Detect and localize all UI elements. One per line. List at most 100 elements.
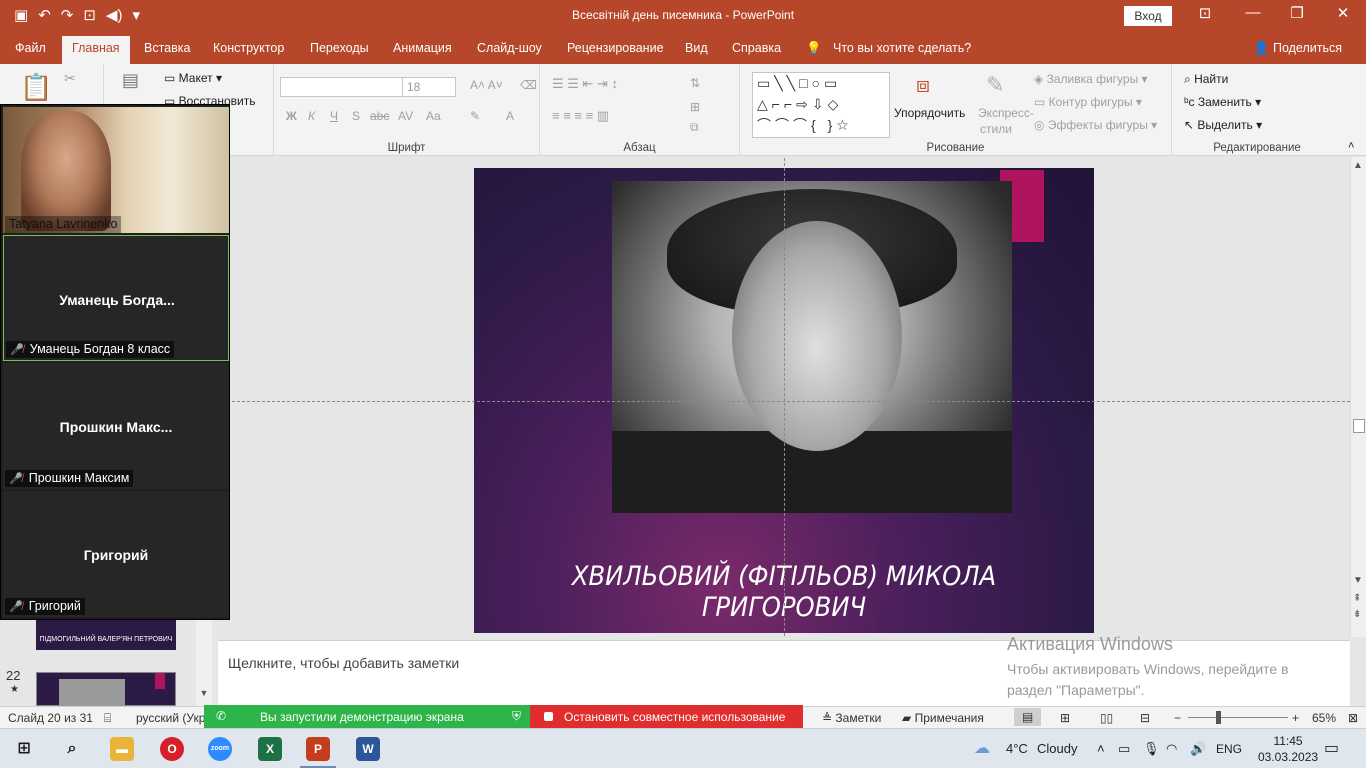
font-size-combo[interactable]: 18 xyxy=(402,77,456,97)
quick-styles-label-2[interactable]: стили xyxy=(980,122,1012,136)
replace-button[interactable]: ᵇc Заменить ▾ xyxy=(1184,95,1261,109)
quick-styles-label-1[interactable]: Экспресс- xyxy=(978,106,1034,120)
vertical-scrollbar[interactable]: ▲ ▼ ⇞ ⇟ xyxy=(1350,157,1366,637)
zoom-in-icon[interactable]: + xyxy=(1292,711,1299,725)
arrange-button[interactable]: Упорядочить xyxy=(894,106,965,120)
italic-button[interactable]: К xyxy=(308,109,315,123)
word-icon[interactable]: W xyxy=(356,737,380,761)
spellcheck-icon[interactable]: ⌸ xyxy=(104,711,111,726)
scrollbar-thumb[interactable] xyxy=(1353,419,1365,433)
next-slide-icon[interactable]: ⇟ xyxy=(1353,609,1361,620)
find-button[interactable]: ⌕ Найти xyxy=(1184,72,1228,87)
volume-icon[interactable]: 🔊 xyxy=(1190,741,1206,757)
strikethrough-button[interactable]: abc xyxy=(370,109,389,123)
underline-button[interactable]: Ч xyxy=(330,109,338,123)
bold-button[interactable]: Ж xyxy=(286,109,297,123)
participant-tile[interactable]: Григорий 🎤̸ Григорий xyxy=(3,491,229,617)
tab-transitions[interactable]: Переходы xyxy=(310,41,369,55)
close-button[interactable]: ✕ xyxy=(1328,4,1358,22)
minimize-button[interactable]: — xyxy=(1238,4,1268,21)
weather-text[interactable]: Cloudy xyxy=(1037,741,1077,756)
participant-tile[interactable]: Прошкин Макс... 🎤̸ Прошкин Максим xyxy=(3,363,229,489)
tell-me-search[interactable]: Что вы хотите сделать? xyxy=(833,41,971,55)
layout-button[interactable]: ▭ Макет ▾ xyxy=(164,71,222,85)
scroll-down-icon[interactable]: ▼ xyxy=(1353,575,1363,586)
opera-icon[interactable]: O xyxy=(160,737,184,761)
tab-animations[interactable]: Анимация xyxy=(393,41,452,55)
shape-outline-button[interactable]: ▭ Контур фигуры ▾ xyxy=(1034,95,1142,109)
reading-view-icon[interactable]: ▯▯ xyxy=(1100,711,1113,725)
shapes-gallery[interactable]: ▭╲╲□○▭ △⌐⌐⇨⇩◇ ⌒⌒⌒{ }☆ xyxy=(752,72,890,138)
windows-start-icon[interactable]: ⊞ xyxy=(12,737,36,761)
tab-home[interactable]: Главная xyxy=(62,36,130,64)
arrange-icon[interactable]: ⧈ xyxy=(916,72,930,98)
notes-toggle[interactable]: ≜ Заметки xyxy=(822,711,881,725)
participant-tile[interactable]: Tatyana Lavrinenko xyxy=(3,107,229,233)
search-icon[interactable]: ⌕ xyxy=(60,737,84,761)
zoom-level[interactable]: 65% xyxy=(1312,711,1336,725)
zoom-slider-track[interactable] xyxy=(1188,717,1288,718)
stop-share-button[interactable]: Остановить совместное использование xyxy=(530,705,803,729)
font-color-button[interactable]: A xyxy=(506,109,514,123)
bullets-icon[interactable]: ☰ ☰ ⇤ ⇥ ↕ xyxy=(552,76,618,92)
new-slide-icon[interactable]: ▤ xyxy=(122,70,139,91)
excel-icon[interactable]: X xyxy=(258,737,282,761)
language-indicator[interactable]: ENG xyxy=(1216,742,1242,756)
tab-slideshow[interactable]: Слайд-шоу xyxy=(477,41,542,55)
change-case-button[interactable]: Aa xyxy=(426,109,441,123)
cloud-icon[interactable]: ☁ xyxy=(974,738,990,758)
slide-counter[interactable]: Слайд 20 из 31 xyxy=(8,711,93,725)
tab-help[interactable]: Справка xyxy=(732,41,781,55)
font-name-combo[interactable] xyxy=(280,77,404,97)
align-text-icon[interactable]: ⊞ xyxy=(690,100,700,114)
clear-format-icon[interactable]: ⌫ xyxy=(520,78,537,92)
shape-fill-button[interactable]: ◈ Заливка фигуры ▾ xyxy=(1034,72,1148,86)
thumbnail-slide-21[interactable]: ПІДМОГИЛЬНИЙ ВАЛЕР'ЯН ПЕТРОВИЧ xyxy=(36,620,176,650)
shadow-button[interactable]: S xyxy=(352,109,360,123)
restore-button[interactable]: ❐ xyxy=(1282,4,1312,22)
portrait-photo[interactable] xyxy=(612,181,1012,513)
microphone-icon[interactable]: 🎙 xyxy=(1143,741,1160,757)
prev-slide-icon[interactable]: ⇞ xyxy=(1353,593,1361,604)
tab-review[interactable]: Рецензирование xyxy=(567,41,664,55)
tab-design[interactable]: Конструктор xyxy=(213,41,284,55)
powerpoint-icon[interactable]: P xyxy=(306,737,330,761)
tray-chevron-icon[interactable]: ˄ xyxy=(1097,741,1105,756)
language-indicator[interactable]: русский (Укр xyxy=(136,711,205,725)
battery-icon[interactable]: ▭ xyxy=(1118,741,1130,757)
select-button[interactable]: ↖ Выделить ▾ xyxy=(1184,118,1262,132)
zoom-out-icon[interactable]: − xyxy=(1174,711,1181,725)
tab-view[interactable]: Вид xyxy=(685,41,708,55)
slideshow-view-icon[interactable]: ⊟ xyxy=(1140,711,1150,725)
smartart-icon[interactable]: ⧉ xyxy=(690,120,699,135)
shape-effects-button[interactable]: ◎ Эффекты фигуры ▾ xyxy=(1034,118,1157,132)
ribbon-display-options-icon[interactable]: ⊡ xyxy=(1190,4,1220,22)
highlight-icon[interactable]: ✎ xyxy=(470,109,480,123)
char-spacing-button[interactable]: AV xyxy=(398,109,413,123)
system-clock[interactable]: 11:45 03.03.2023 xyxy=(1258,733,1318,765)
share-button[interactable]: 👤 Поделиться xyxy=(1254,41,1342,56)
vertical-guide[interactable] xyxy=(784,158,785,636)
slide-sorter-icon[interactable]: ⊞ xyxy=(1060,711,1070,725)
participant-tile[interactable]: Уманець Богда... 🎤̸ Уманець Богдан 8 клас… xyxy=(3,235,229,361)
thumbnail-scroll-down-icon[interactable]: ▼ xyxy=(196,620,212,706)
quick-styles-icon[interactable]: ✎ xyxy=(986,72,1004,98)
horizontal-guide[interactable] xyxy=(232,401,1350,402)
paste-icon[interactable]: 📋 xyxy=(20,72,52,103)
file-explorer-icon[interactable]: ▬ xyxy=(110,737,134,761)
comments-toggle[interactable]: ▰ Примечания xyxy=(902,711,984,725)
collapse-ribbon-icon[interactable]: ˄ xyxy=(1348,140,1354,152)
zoom-icon[interactable]: zoom xyxy=(208,737,232,761)
fit-slide-icon[interactable]: ⊠ xyxy=(1348,711,1358,725)
align-icons[interactable]: ≡ ≡ ≡ ≡ ▥ xyxy=(552,108,609,124)
zoom-slider-thumb[interactable] xyxy=(1216,711,1221,724)
notifications-icon[interactable]: ▭ xyxy=(1324,738,1339,758)
cut-icon[interactable]: ✂ xyxy=(64,70,76,87)
tab-insert[interactable]: Вставка xyxy=(144,41,190,55)
font-grow-icon[interactable]: A˄ A˅ xyxy=(470,78,503,92)
wifi-icon[interactable]: ◠ xyxy=(1166,741,1177,757)
normal-view-icon[interactable]: ▤ xyxy=(1014,708,1042,726)
weather-temp[interactable]: 4°C xyxy=(1006,741,1028,756)
thumbnail-slide-22[interactable] xyxy=(36,672,176,707)
sign-in-button[interactable]: Вход xyxy=(1124,6,1172,26)
